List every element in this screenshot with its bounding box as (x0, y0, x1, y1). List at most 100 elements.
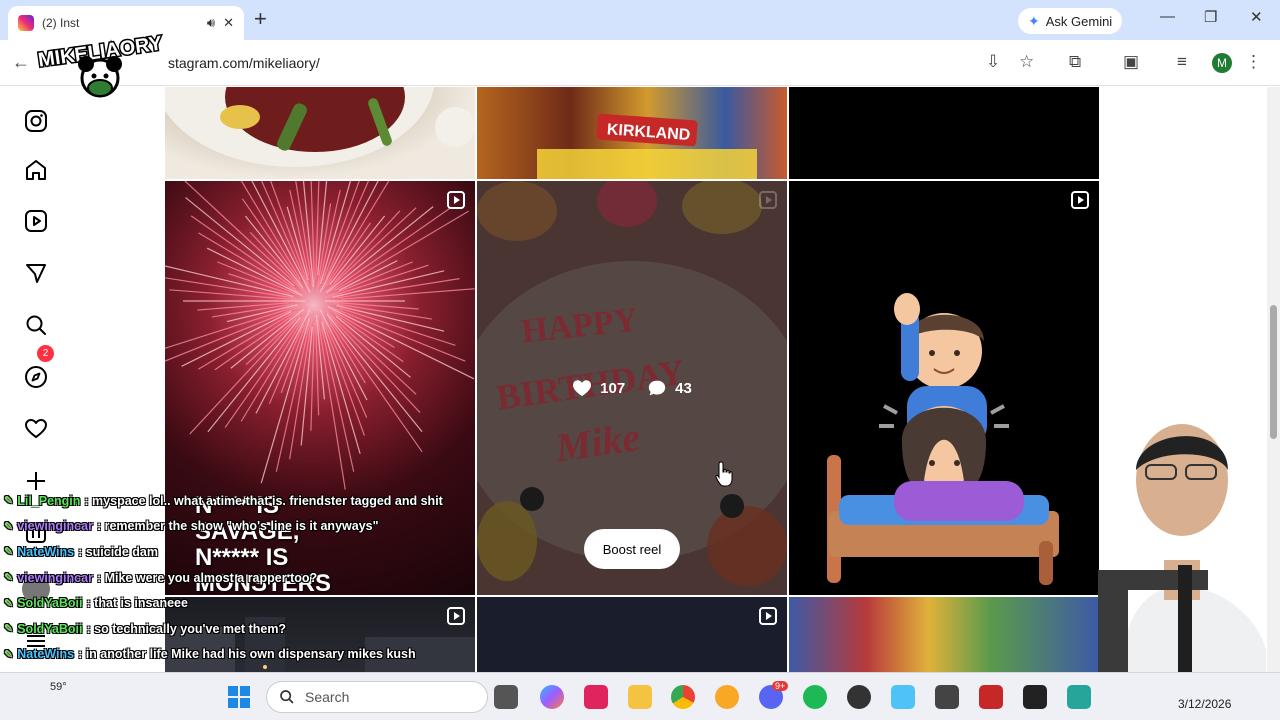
reel-type-icon (759, 607, 777, 625)
file-explorer-icon[interactable] (628, 685, 652, 709)
chat-badge-icon: ✎ (4, 648, 14, 661)
chat-badge-icon: ✎ (4, 623, 14, 636)
notifications-heart-icon[interactable] (24, 417, 48, 441)
reel-tile-birthday-cake[interactable]: HAPPY BIRTHDAY Mike 107 43 Boost reel (477, 181, 787, 595)
windows-start-icon[interactable] (228, 686, 250, 708)
post-tile-black[interactable] (789, 87, 1099, 179)
speaker-icon[interactable]: 🔊︎ (207, 15, 215, 31)
sun-app-icon[interactable] (715, 685, 739, 709)
url-field[interactable]: stagram.com/mikeliaory/ (168, 55, 320, 71)
waving-kids-emoji-image (827, 293, 1059, 585)
app-icon[interactable] (935, 685, 959, 709)
comments-count: 43 (675, 379, 692, 397)
app-icon[interactable] (1067, 685, 1091, 709)
media-controls-icon[interactable]: ≡ (1177, 52, 1187, 72)
taskbar-search-box[interactable]: Search (266, 681, 488, 713)
chat-text: : that is insaneee (86, 596, 188, 611)
chat-username: NateWins (17, 544, 75, 559)
obs-icon[interactable] (847, 685, 871, 709)
weather-temp: 59° (50, 681, 67, 693)
chat-text: : Mike were you almost a rapper too? (96, 570, 318, 585)
chat-message: ✎ NateWins: suicide dam (4, 539, 474, 565)
reel-type-icon (447, 191, 465, 209)
chat-badge-icon: ✎ (4, 546, 14, 559)
post-tile-kirkland-candy[interactable]: KIRKLAND (477, 87, 787, 179)
close-window-icon[interactable]: ✕ (1250, 8, 1263, 26)
chat-text: : in another life Mike had his own dispe… (78, 647, 416, 662)
chat-username: SoldYaBoii (17, 596, 83, 611)
chat-text: : remember the show "who's line is it an… (96, 519, 379, 534)
profile-avatar[interactable]: M (1212, 53, 1232, 73)
chrome-icon[interactable] (671, 685, 695, 709)
app-icon[interactable] (979, 685, 1003, 709)
search-icon (280, 690, 294, 704)
reels-icon[interactable] (24, 209, 48, 233)
discord-badge: 9+ (772, 681, 789, 691)
terminal-icon[interactable] (1023, 685, 1047, 709)
chat-username: viewingincar (17, 519, 93, 534)
post-tile-food[interactable] (165, 87, 475, 179)
taskbar-date: 3/12/2026 (1178, 697, 1232, 711)
restore-icon[interactable]: ❐ (1204, 8, 1217, 26)
chat-username: NateWins (17, 647, 75, 662)
side-panel-icon[interactable]: ▣ (1123, 52, 1139, 72)
instagram-logo-icon[interactable] (24, 109, 48, 133)
minimize-icon[interactable]: — (1160, 8, 1175, 25)
notification-badge: 2 (37, 345, 54, 362)
ask-gemini-label: Ask Gemini (1045, 13, 1113, 29)
chat-text: : so technically you've met them? (86, 621, 287, 636)
windows-taskbar: Search 9+ 59° 3/12/2026 (0, 672, 1280, 720)
chat-badge-icon: ✎ (4, 597, 14, 610)
reel-tile-dark[interactable] (477, 597, 787, 672)
explore-icon[interactable] (24, 365, 48, 389)
reel-stats: 107 43 (477, 379, 787, 397)
browser-tab-bar: (2) Inst 🔊︎ ✕ + ✦ Ask Gemini — ❐ ✕ (0, 0, 1280, 40)
search-icon[interactable] (24, 313, 48, 337)
chat-message: ✎ Lil_Pengin: myspace lol.. what a time t… (4, 488, 474, 514)
reel-type-icon (759, 191, 777, 209)
extensions-icon[interactable]: ⧉ (1069, 52, 1081, 72)
comments-stat: 43 (647, 379, 692, 397)
chat-text: : suicide dam (78, 544, 158, 559)
copilot-icon[interactable] (540, 685, 564, 709)
address-bar: ← stagram.com/mikeliaory/ ⇩ ☆ ⧉ ▣ ≡ ⋮ (0, 40, 1280, 86)
chat-message: ✎ viewingincar: remember the show "who's … (4, 514, 474, 540)
picsart-icon[interactable] (584, 685, 608, 709)
food-plate-image (165, 87, 475, 167)
reel-tile-emoji[interactable] (789, 181, 1099, 595)
page-scrollbar[interactable] (1267, 87, 1280, 672)
likes-stat: 107 (572, 379, 625, 397)
gemini-spark-icon: ✦ (1028, 12, 1040, 29)
heart-filled-icon (573, 380, 592, 397)
back-arrow-icon[interactable]: ← (12, 52, 30, 73)
chat-badge-icon: ✎ (4, 572, 14, 585)
close-tab-icon[interactable]: ✕ (223, 15, 234, 31)
chat-message: ✎ SoldYaBoii: that is insaneee (4, 590, 474, 616)
menu-dots-icon[interactable]: ⋮ (1245, 52, 1262, 72)
scrollbar-thumb[interactable] (1270, 305, 1277, 439)
likes-count: 107 (600, 379, 626, 397)
chat-username: viewingincar (17, 570, 93, 585)
task-view-icon[interactable] (494, 685, 518, 709)
candy-bag-image: KIRKLAND (477, 87, 787, 179)
spotify-icon[interactable] (803, 685, 827, 709)
boost-reel-button[interactable]: Boost reel (584, 529, 680, 569)
post-tile-colorful[interactable] (789, 597, 1099, 672)
new-tab-button[interactable]: + (254, 8, 267, 30)
mikeliaory-logo: MIKELIAORY (35, 31, 166, 98)
chat-message: ✎ SoldYaBoii: so technically you've met t… (4, 616, 474, 642)
messages-icon[interactable] (24, 261, 48, 285)
chat-badge-icon: ✎ (4, 520, 14, 533)
reel-type-icon (1071, 191, 1089, 209)
comment-bubble-icon (648, 380, 666, 396)
home-icon[interactable] (24, 158, 48, 182)
install-app-icon[interactable]: ⇩ (986, 52, 1000, 72)
bookmark-star-icon[interactable]: ☆ (1019, 52, 1034, 72)
app-icon[interactable] (891, 685, 915, 709)
chat-text: : myspace lol.. what a time that is. fri… (84, 493, 443, 508)
chat-username: SoldYaBoii (17, 621, 83, 636)
taskbar-search-placeholder: Search (305, 689, 350, 705)
ask-gemini-button[interactable]: ✦ Ask Gemini (1018, 8, 1123, 34)
chat-message: ✎ NateWins: in another life Mike had his … (4, 642, 474, 668)
instagram-favicon-icon (18, 15, 34, 31)
